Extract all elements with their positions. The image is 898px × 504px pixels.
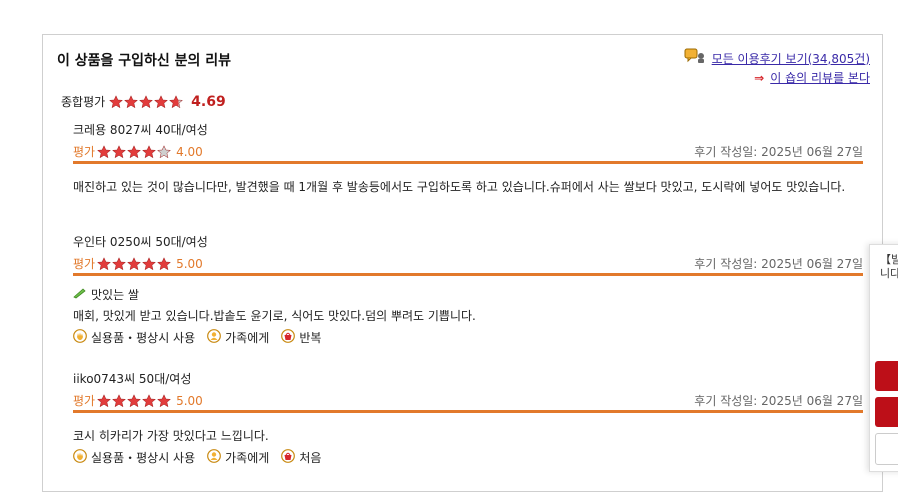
star-icon — [124, 94, 139, 108]
star-icon — [112, 144, 127, 158]
star-icon — [157, 144, 172, 158]
review-item: 우인타 0250씨 50대/여성 평가 5.00 후기 작성일: 2025년 0… — [73, 233, 863, 370]
overall-rating: 종합평가 4.69 — [61, 93, 226, 110]
review-links: 모든 이용후기 보기(34,805건) ⇒ 이 숍의 리뷰를 본다 — [684, 48, 870, 87]
star-icon — [109, 94, 124, 108]
star-icon — [127, 256, 142, 270]
review-body: 코시 히카리가 가장 맛있다고 느낍니다. — [73, 429, 269, 443]
review-tags: 실용품・평상시 사용 가족에게 처음 — [73, 449, 863, 466]
side-panel-text: 【빌 니다 — [880, 253, 898, 280]
reviewer-name: iiko0743씨 50대/여성 — [73, 372, 192, 386]
overall-stars — [109, 94, 184, 109]
star-icon — [139, 94, 154, 108]
review-body: 매회, 맛있게 받고 있습니다.밥솥도 윤기로, 식어도 맛있다.덤의 뿌려도 … — [73, 309, 476, 323]
tag-usage: 실용품・평상시 사용 — [91, 331, 196, 345]
hand-icon — [73, 329, 87, 346]
person-icon — [207, 449, 222, 466]
pencil-icon — [73, 287, 87, 302]
overall-label: 종합평가 — [61, 95, 106, 109]
review-score: 5.00 — [176, 256, 203, 271]
reviewer-name: 크레용 8027씨 40대/여성 — [73, 123, 208, 137]
tag-recipient: 가족에게 — [225, 331, 270, 345]
rating-row: 평가 4.00 후기 작성일: 2025년 06월 27일 — [73, 142, 863, 164]
rating-row: 평가 5.00 후기 작성일: 2025년 06월 27일 — [73, 254, 863, 276]
person-icon — [207, 329, 222, 346]
basket-icon — [281, 329, 296, 346]
review-speech-icon — [684, 48, 706, 69]
star-icon — [142, 144, 157, 158]
arrow-icon: ⇒ — [754, 71, 765, 85]
star-icon — [142, 256, 157, 270]
review-headline: 맛있는 쌀 — [73, 286, 863, 303]
rating-row: 평가 5.00 후기 작성일: 2025년 06월 27일 — [73, 391, 863, 413]
star-icon — [97, 393, 112, 407]
rating-label: 평가 — [73, 257, 96, 271]
rating-label: 평가 — [73, 145, 96, 159]
overall-score: 4.69 — [191, 93, 226, 110]
rating-label: 평가 — [73, 394, 96, 408]
shop-reviews-link[interactable]: 이 숍의 리뷰를 본다 — [770, 69, 870, 87]
review-date: 후기 작성일: 2025년 06월 27일 — [694, 145, 863, 159]
review-score: 4.00 — [176, 144, 203, 159]
hand-icon — [73, 449, 87, 466]
side-red-button[interactable] — [875, 397, 898, 427]
tag-purchase: 반복 — [299, 331, 322, 345]
star-icon — [97, 256, 112, 270]
tag-usage: 실용품・평상시 사용 — [91, 451, 196, 465]
star-icon — [127, 393, 142, 407]
review-item: iiko0743씨 50대/여성 평가 5.00 후기 작성일: 2025년 0… — [73, 370, 863, 466]
review-tags: 실용품・평상시 사용 가족에게 반복 — [73, 329, 863, 346]
review-headline-text: 맛있는 쌀 — [91, 288, 139, 302]
star-icon — [142, 393, 157, 407]
review-list: 크레용 8027씨 40대/여성 평가 4.00 후기 작성일: 2025년 0… — [73, 121, 863, 466]
star-icon — [112, 256, 127, 270]
review-score: 5.00 — [176, 393, 203, 408]
review-date: 후기 작성일: 2025년 06월 27일 — [694, 257, 863, 271]
star-icon — [154, 94, 169, 108]
side-white-button[interactable] — [875, 433, 898, 465]
review-stars — [97, 393, 172, 408]
reviewer-name: 우인타 0250씨 50대/여성 — [73, 235, 208, 249]
section-title: 이 상품을 구입하신 분의 리뷰 — [57, 53, 232, 69]
basket-icon — [281, 449, 296, 466]
review-date: 후기 작성일: 2025년 06월 27일 — [694, 394, 863, 408]
tag-purchase: 처음 — [299, 451, 322, 465]
review-item: 크레용 8027씨 40대/여성 평가 4.00 후기 작성일: 2025년 0… — [73, 121, 863, 233]
all-reviews-link[interactable]: 모든 이용후기 보기(34,805건) — [712, 50, 870, 68]
star-icon — [169, 94, 184, 108]
side-red-button[interactable] — [875, 361, 898, 391]
review-body: 매진하고 있는 것이 많습니다만, 발견했을 때 1개월 후 발송등에서도 구입… — [73, 180, 846, 194]
star-icon — [97, 144, 112, 158]
tag-recipient: 가족에게 — [225, 451, 270, 465]
review-stars — [97, 144, 172, 159]
review-panel: 이 상품을 구입하신 분의 리뷰 모든 이용후기 보기(34,805건) ⇒ 이… — [42, 34, 883, 492]
review-stars — [97, 256, 172, 271]
star-icon — [127, 144, 142, 158]
star-icon — [157, 256, 172, 270]
star-icon — [112, 393, 127, 407]
side-floating-panel: 【빌 니다 — [869, 244, 898, 472]
star-icon — [157, 393, 172, 407]
